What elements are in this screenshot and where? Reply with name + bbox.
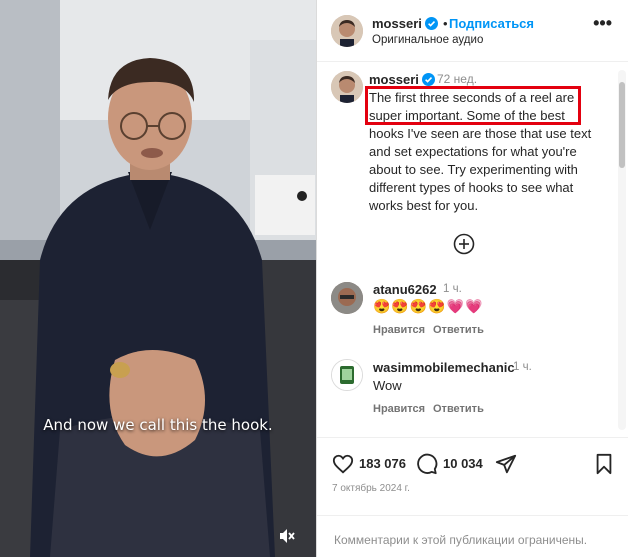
comment-username[interactable]: wasimmobilemechanic: [373, 360, 515, 375]
avatar[interactable]: [331, 15, 363, 47]
comment-count[interactable]: 10 034: [443, 456, 483, 471]
comment-reply-button[interactable]: Ответить: [433, 324, 484, 336]
comment-text: Wow: [373, 378, 402, 393]
video-frame: [0, 0, 316, 557]
verified-badge-icon: [421, 73, 435, 86]
post-panel: mosseri • Подписаться Оригинальное аудио…: [316, 0, 628, 557]
post-actions: 183 076 10 034 7 октябрь 2024 г.: [317, 437, 628, 497]
more-options-icon[interactable]: •••: [593, 14, 612, 32]
scrollbar-thumb[interactable]: [619, 82, 625, 168]
load-more-comments-icon[interactable]: [453, 233, 475, 255]
caption-username[interactable]: mosseri: [369, 72, 435, 87]
like-count[interactable]: 183 076: [359, 456, 406, 471]
speaker-muted-icon[interactable]: [278, 527, 296, 545]
follow-button[interactable]: Подписаться: [449, 16, 534, 31]
original-audio-link[interactable]: Оригинальное аудио: [372, 34, 483, 46]
reel-video[interactable]: And now we call this the hook.: [0, 0, 316, 557]
author-username[interactable]: mosseri: [372, 16, 438, 31]
heart-icon[interactable]: [332, 453, 354, 475]
comment-like-button[interactable]: Нравится: [373, 403, 425, 415]
comment-reply-button[interactable]: Ответить: [433, 403, 484, 415]
caption-text: The first three seconds of a reel are su…: [369, 90, 592, 213]
separator-dot: •: [443, 16, 448, 31]
share-icon[interactable]: [495, 453, 517, 475]
caption-time[interactable]: 72 нед.: [437, 72, 477, 86]
comment-like-button[interactable]: Нравится: [373, 324, 425, 336]
comment-time[interactable]: 1 ч.: [443, 283, 462, 295]
comments-section: mosseri 72 нед. The first three seconds …: [317, 62, 628, 437]
verified-badge-icon: [424, 17, 438, 30]
comment-text: 😍😍😍😍💗💗: [373, 298, 484, 314]
reel-viewer: And now we call this the hook. mosseri •: [0, 0, 628, 557]
avatar[interactable]: [331, 71, 363, 103]
comments-scrollbar[interactable]: [618, 70, 626, 430]
video-subtitle: And now we call this the hook.: [43, 416, 273, 434]
comment-username[interactable]: atanu6262: [373, 282, 437, 297]
bookmark-icon[interactable]: [593, 453, 615, 475]
post-date[interactable]: 7 октябрь 2024 г.: [332, 483, 410, 494]
avatar[interactable]: [331, 359, 363, 391]
comments-restricted-notice: Комментарии к этой публикации ограничены…: [317, 515, 628, 557]
avatar[interactable]: [331, 282, 363, 314]
comment-icon[interactable]: [416, 453, 438, 475]
post-header: mosseri • Подписаться Оригинальное аудио…: [317, 0, 628, 62]
comment-time[interactable]: 1 ч.: [513, 361, 532, 373]
